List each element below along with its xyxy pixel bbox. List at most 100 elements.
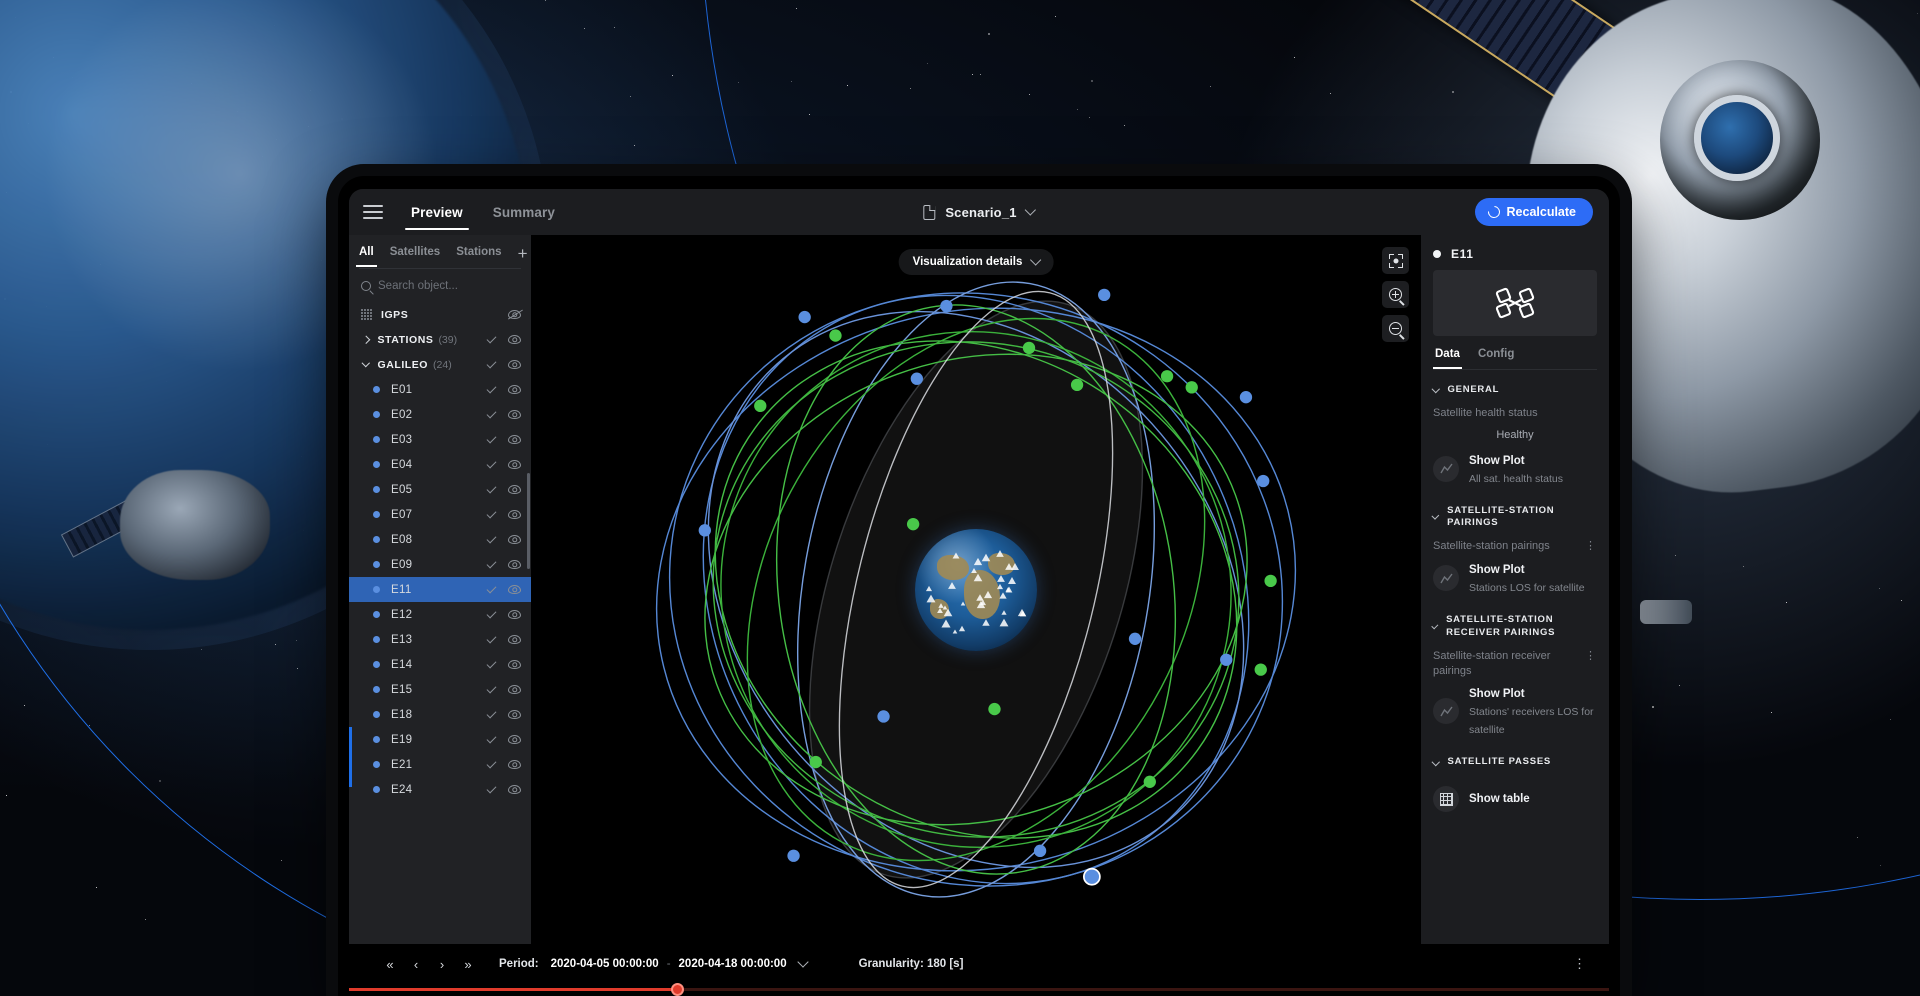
eye-icon[interactable] bbox=[508, 585, 521, 594]
check-icon[interactable] bbox=[487, 633, 497, 643]
scenario-selector[interactable]: Scenario_1 bbox=[923, 205, 1034, 220]
tab-summary[interactable]: Summary bbox=[491, 192, 557, 232]
eye-icon[interactable] bbox=[508, 560, 521, 569]
granularity-label[interactable]: Granularity: 180 [s] bbox=[859, 958, 964, 970]
section-satellite-passes[interactable]: SATELLITE PASSES bbox=[1421, 742, 1609, 776]
eye-icon[interactable] bbox=[508, 510, 521, 519]
sidebar-item-e05[interactable]: E05 bbox=[349, 477, 531, 502]
sidebar-tab-all[interactable]: All bbox=[359, 246, 374, 267]
sidebar-item-e13[interactable]: E13 bbox=[349, 627, 531, 652]
sidebar-scrollbar[interactable] bbox=[527, 473, 530, 569]
check-icon[interactable] bbox=[487, 458, 497, 468]
sidebar-item-e24[interactable]: E24 bbox=[349, 777, 531, 802]
search-row[interactable] bbox=[349, 269, 531, 302]
sidebar-item-e15[interactable]: E15 bbox=[349, 677, 531, 702]
eye-icon[interactable] bbox=[508, 660, 521, 669]
check-icon[interactable] bbox=[487, 608, 497, 618]
sidebar-item-e12[interactable]: E12 bbox=[349, 602, 531, 627]
tab-data[interactable]: Data bbox=[1435, 348, 1460, 369]
step-forward-button[interactable]: › bbox=[429, 957, 455, 972]
eye-icon[interactable] bbox=[508, 385, 521, 394]
kebab-icon[interactable]: ⋮ bbox=[1585, 539, 1597, 552]
check-icon[interactable] bbox=[487, 583, 497, 593]
tab-preview[interactable]: Preview bbox=[409, 192, 465, 232]
sidebar-item-e11[interactable]: E11 bbox=[349, 577, 531, 602]
eye-icon[interactable] bbox=[508, 785, 521, 794]
eye-icon[interactable] bbox=[508, 610, 521, 619]
sidebar-item-e02[interactable]: E02 bbox=[349, 402, 531, 427]
chevron-right-icon[interactable] bbox=[362, 336, 370, 344]
eye-icon[interactable] bbox=[508, 635, 521, 644]
eye-icon[interactable] bbox=[508, 735, 521, 744]
eye-icon[interactable] bbox=[508, 335, 521, 344]
check-icon[interactable] bbox=[487, 358, 497, 368]
show-table-button[interactable]: Show table bbox=[1421, 776, 1609, 816]
globe-viewport[interactable]: Visualization details bbox=[531, 235, 1421, 944]
chevron-down-icon[interactable] bbox=[797, 956, 808, 967]
tree-item-igps[interactable]: IGPS bbox=[349, 302, 531, 327]
eye-icon[interactable] bbox=[508, 485, 521, 494]
kebab-icon[interactable]: ⋮ bbox=[1573, 956, 1587, 972]
eye-off-icon[interactable] bbox=[508, 310, 521, 319]
sidebar-item-e19[interactable]: E19 bbox=[349, 727, 531, 752]
chevron-down-icon[interactable] bbox=[362, 359, 370, 367]
check-icon[interactable] bbox=[487, 533, 497, 543]
sidebar-item-e14[interactable]: E14 bbox=[349, 652, 531, 677]
recalculate-button[interactable]: Recalculate bbox=[1475, 198, 1593, 226]
eye-icon[interactable] bbox=[508, 760, 521, 769]
check-icon[interactable] bbox=[487, 708, 497, 718]
object-tree[interactable]: IGPS STATIONS(39) bbox=[349, 302, 531, 944]
sidebar-item-e04[interactable]: E04 bbox=[349, 452, 531, 477]
check-icon[interactable] bbox=[487, 508, 497, 518]
sidebar-tab-satellites[interactable]: Satellites bbox=[390, 246, 441, 267]
check-icon[interactable] bbox=[487, 408, 497, 418]
period-end[interactable]: 2020-04-18 00:00:00 bbox=[679, 958, 787, 970]
check-icon[interactable] bbox=[487, 658, 497, 668]
check-icon[interactable] bbox=[487, 483, 497, 493]
check-icon[interactable] bbox=[487, 783, 497, 793]
zoom-out-button[interactable] bbox=[1382, 315, 1409, 342]
tab-config[interactable]: Config bbox=[1478, 348, 1514, 369]
sidebar-item-e09[interactable]: E09 bbox=[349, 552, 531, 577]
step-back-button[interactable]: ‹ bbox=[403, 957, 429, 972]
check-icon[interactable] bbox=[487, 733, 497, 743]
check-icon[interactable] bbox=[487, 683, 497, 693]
show-plot-receiver-pairings[interactable]: Show Plot Stations' receivers LOS for sa… bbox=[1421, 678, 1609, 742]
zoom-in-button[interactable] bbox=[1382, 281, 1409, 308]
plus-icon[interactable]: + bbox=[518, 245, 528, 268]
eye-icon[interactable] bbox=[508, 685, 521, 694]
sidebar-tab-stations[interactable]: Stations bbox=[456, 246, 501, 267]
visualization-details-dropdown[interactable]: Visualization details bbox=[899, 249, 1054, 275]
period-start[interactable]: 2020-04-05 00:00:00 bbox=[551, 958, 659, 970]
check-icon[interactable] bbox=[487, 383, 497, 393]
eye-icon[interactable] bbox=[508, 435, 521, 444]
eye-icon[interactable] bbox=[508, 535, 521, 544]
search-input[interactable] bbox=[378, 280, 519, 292]
check-icon[interactable] bbox=[487, 333, 497, 343]
sidebar-item-e18[interactable]: E18 bbox=[349, 702, 531, 727]
tree-group-stations[interactable]: STATIONS(39) bbox=[349, 327, 531, 352]
sidebar-item-e03[interactable]: E03 bbox=[349, 427, 531, 452]
timeline-track[interactable] bbox=[349, 984, 1609, 996]
timeline-handle[interactable] bbox=[671, 983, 684, 996]
tree-group-galileo[interactable]: GALILEO(24) bbox=[349, 352, 531, 377]
show-plot-pairings[interactable]: Show Plot Stations LOS for satellite bbox=[1421, 554, 1609, 600]
focus-button[interactable] bbox=[1382, 247, 1409, 274]
eye-icon[interactable] bbox=[508, 460, 521, 469]
check-icon[interactable] bbox=[487, 758, 497, 768]
section-general[interactable]: GENERAL bbox=[1421, 370, 1609, 404]
eye-icon[interactable] bbox=[508, 710, 521, 719]
skip-forward-button[interactable]: » bbox=[455, 957, 481, 972]
check-icon[interactable] bbox=[487, 558, 497, 568]
sidebar-item-e21[interactable]: E21 bbox=[349, 752, 531, 777]
sidebar-item-e08[interactable]: E08 bbox=[349, 527, 531, 552]
sidebar-item-e01[interactable]: E01 bbox=[349, 377, 531, 402]
sidebar-item-e07[interactable]: E07 bbox=[349, 502, 531, 527]
section-receiver-pairings[interactable]: SATELLITE-STATION RECEIVER PAIRINGS bbox=[1421, 600, 1609, 647]
skip-back-button[interactable]: « bbox=[377, 957, 403, 972]
eye-icon[interactable] bbox=[508, 360, 521, 369]
show-plot-health[interactable]: Show Plot All sat. health status bbox=[1421, 445, 1609, 491]
check-icon[interactable] bbox=[487, 433, 497, 443]
hamburger-icon[interactable] bbox=[363, 205, 383, 219]
section-satellite-station-pairings[interactable]: SATELLITE-STATION PAIRINGS bbox=[1421, 491, 1609, 538]
